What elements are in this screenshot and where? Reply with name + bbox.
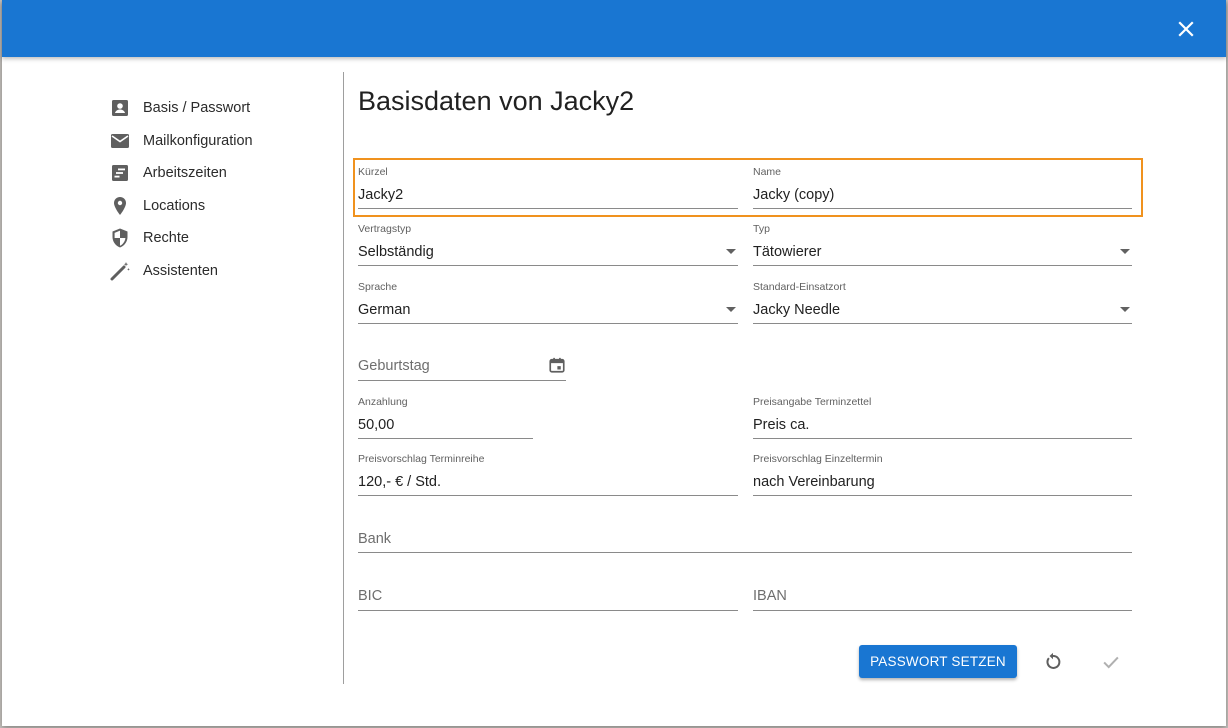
geburtstag-placeholder: Geburtstag xyxy=(358,358,430,374)
iban-underline xyxy=(753,610,1132,611)
sidebar-item-basis-passwort[interactable]: Basis / Passwort xyxy=(108,92,338,125)
einzeltermin-underline xyxy=(753,495,1132,496)
kuerzel-label: Kürzel xyxy=(358,166,388,178)
sidebar-item-arbeitszeiten[interactable]: Arbeitszeiten xyxy=(108,157,338,190)
refresh-icon[interactable] xyxy=(1042,651,1064,673)
shield-icon xyxy=(108,226,132,250)
einsatzort-label: Standard-Einsatzort xyxy=(753,281,846,293)
sidebar-item-label: Arbeitszeiten xyxy=(143,165,227,182)
kuerzel-field[interactable]: Kürzel Jacky2 xyxy=(358,166,738,210)
mail-icon xyxy=(108,129,132,153)
anzahlung-field[interactable]: Anzahlung 50,00 xyxy=(358,396,533,440)
close-icon[interactable] xyxy=(1174,17,1198,41)
chevron-down-icon xyxy=(726,307,736,312)
sprache-underline xyxy=(358,323,738,324)
sidebar-item-label: Basis / Passwort xyxy=(143,100,251,117)
dialog-header-bar xyxy=(2,0,1226,57)
einzeltermin-field[interactable]: Preisvorschlag Einzeltermin nach Vereinb… xyxy=(753,453,1132,497)
calendar-icon[interactable] xyxy=(548,356,566,374)
einzeltermin-value: nach Vereinbarung xyxy=(753,474,875,490)
iban-placeholder: IBAN xyxy=(753,588,787,604)
chevron-down-icon xyxy=(1120,307,1130,312)
anzahlung-label: Anzahlung xyxy=(358,396,408,408)
name-field[interactable]: Name Jacky (copy) xyxy=(753,166,1132,210)
typ-value: Tätowierer xyxy=(753,244,822,260)
typ-label: Typ xyxy=(753,223,770,235)
sidebar-nav: Basis / Passwort Mailkonfiguration Arbei… xyxy=(108,92,338,287)
anzahlung-underline xyxy=(358,438,533,439)
terminreihe-field[interactable]: Preisvorschlag Terminreihe 120,- € / Std… xyxy=(358,453,738,497)
location-pin-icon xyxy=(108,194,132,218)
sidebar-item-mailkonfiguration[interactable]: Mailkonfiguration xyxy=(108,125,338,158)
typ-select[interactable]: Typ Tätowierer xyxy=(753,223,1132,267)
preisangabe-value: Preis ca. xyxy=(753,417,810,433)
bic-placeholder: BIC xyxy=(358,588,383,604)
bank-underline xyxy=(358,552,1132,553)
magic-wand-icon xyxy=(108,259,132,283)
page-title: Basisdaten von Jacky2 xyxy=(358,86,635,116)
sidebar-item-label: Assistenten xyxy=(143,262,218,279)
chevron-down-icon xyxy=(1120,249,1130,254)
schedule-list-icon xyxy=(108,161,132,185)
bank-placeholder: Bank xyxy=(358,531,392,547)
geburtstag-underline xyxy=(358,380,566,381)
einzeltermin-label: Preisvorschlag Einzeltermin xyxy=(753,453,883,465)
kuerzel-value: Jacky2 xyxy=(358,187,404,203)
terminreihe-underline xyxy=(358,495,738,496)
terminreihe-label: Preisvorschlag Terminreihe xyxy=(358,453,485,465)
einsatzort-select[interactable]: Standard-Einsatzort Jacky Needle xyxy=(753,281,1132,325)
einsatzort-underline xyxy=(753,323,1132,324)
vertragstyp-select[interactable]: Vertragstyp Selbständig xyxy=(358,223,738,267)
name-value: Jacky (copy) xyxy=(753,187,835,203)
typ-underline xyxy=(753,265,1132,266)
preisangabe-underline xyxy=(753,438,1132,439)
vertragstyp-value: Selbständig xyxy=(358,244,434,260)
vertragstyp-label: Vertragstyp xyxy=(358,223,412,235)
sidebar-divider xyxy=(343,72,344,684)
sidebar-item-rechte[interactable]: Rechte xyxy=(108,222,338,255)
sidebar-item-label: Mailkonfiguration xyxy=(143,132,253,149)
vertragstyp-underline xyxy=(358,265,738,266)
anzahlung-value: 50,00 xyxy=(358,417,395,433)
account-box-icon xyxy=(108,96,132,120)
iban-field[interactable]: IBAN xyxy=(753,582,1132,612)
preisangabe-field[interactable]: Preisangabe Terminzettel Preis ca. xyxy=(753,396,1132,440)
sprache-value: German xyxy=(358,302,411,318)
bic-underline xyxy=(358,610,738,611)
geburtstag-field[interactable]: Geburtstag xyxy=(358,352,566,382)
preisangabe-label: Preisangabe Terminzettel xyxy=(753,396,872,408)
user-settings-dialog: Basis / Passwort Mailkonfiguration Arbei… xyxy=(2,0,1226,726)
sprache-select[interactable]: Sprache German xyxy=(358,281,738,325)
sidebar-item-locations[interactable]: Locations xyxy=(108,190,338,223)
sidebar-item-assistenten[interactable]: Assistenten xyxy=(108,255,338,288)
sprache-label: Sprache xyxy=(358,281,398,293)
sidebar-item-label: Rechte xyxy=(143,230,189,247)
set-password-button[interactable]: PASSWORT SETZEN xyxy=(859,645,1017,678)
einsatzort-value: Jacky Needle xyxy=(753,302,841,318)
check-icon[interactable] xyxy=(1100,651,1122,673)
name-underline xyxy=(753,208,1132,209)
name-label: Name xyxy=(753,166,782,178)
terminreihe-value: 120,- € / Std. xyxy=(358,474,442,490)
chevron-down-icon xyxy=(726,249,736,254)
sidebar-item-label: Locations xyxy=(143,197,206,214)
kuerzel-underline xyxy=(358,208,738,209)
bank-field[interactable]: Bank xyxy=(358,525,1132,555)
bic-field[interactable]: BIC xyxy=(358,582,738,612)
